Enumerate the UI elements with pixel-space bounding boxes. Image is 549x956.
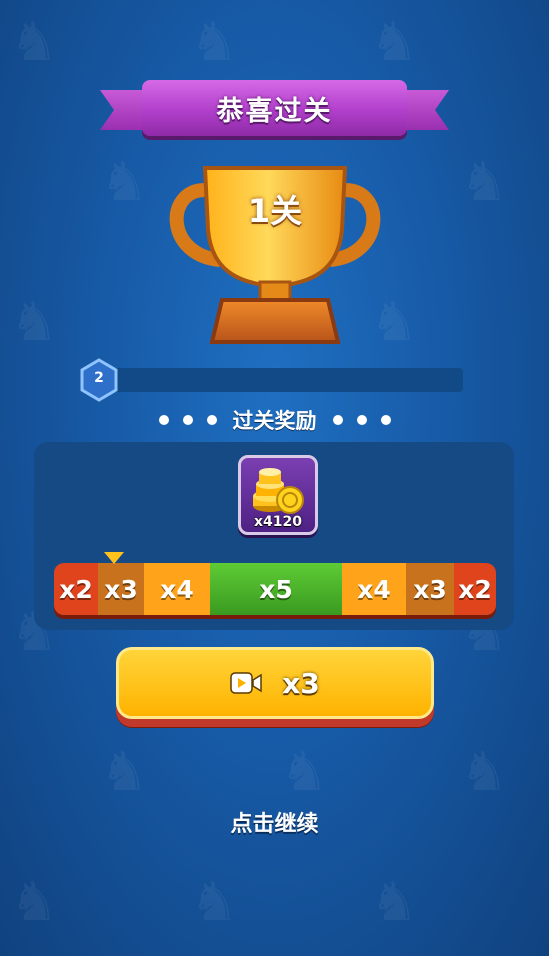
dots-left bbox=[158, 415, 217, 425]
multiplier-pointer-icon bbox=[104, 552, 124, 564]
banner-title: 恭喜过关 bbox=[216, 95, 333, 127]
multiplier-segment: x4 bbox=[342, 563, 406, 615]
level-hex-badge: 2 bbox=[80, 358, 118, 402]
trophy-level-label: 1关 bbox=[247, 192, 303, 230]
multiplier-segment: x5 bbox=[210, 563, 342, 615]
reward-amount: x4120 bbox=[254, 514, 302, 530]
rewards-title: 过关奖励 bbox=[232, 409, 317, 433]
multiplier-segment: x3 bbox=[98, 563, 144, 615]
dots-right bbox=[332, 415, 391, 425]
tap-to-continue[interactable]: 点击继续 bbox=[0, 806, 549, 838]
multiplier-segment: x2 bbox=[54, 563, 98, 615]
trophy-icon: 1关 bbox=[160, 160, 390, 350]
video-camera-icon bbox=[230, 672, 262, 694]
multiplier-segment: x2 bbox=[454, 563, 496, 615]
ribbon-band: 恭喜过关 bbox=[142, 80, 407, 136]
rewards-section-header: 过关奖励 bbox=[0, 405, 549, 435]
level-progress-bar bbox=[108, 368, 463, 392]
gold-coins-icon bbox=[253, 468, 304, 514]
watch-video-multiplier-button[interactable]: x3 bbox=[116, 647, 434, 719]
video-button-label: x3 bbox=[282, 666, 320, 700]
multiplier-segment: x4 bbox=[144, 563, 210, 615]
reward-item-card: x4120 bbox=[238, 455, 318, 535]
multiplier-segment: x3 bbox=[406, 563, 454, 615]
level-number: 2 bbox=[94, 370, 104, 386]
level-complete-banner: 恭喜过关 bbox=[100, 78, 449, 146]
multiplier-bar: x2 x3 x4 x5 x4 x3 x2 bbox=[54, 563, 496, 615]
